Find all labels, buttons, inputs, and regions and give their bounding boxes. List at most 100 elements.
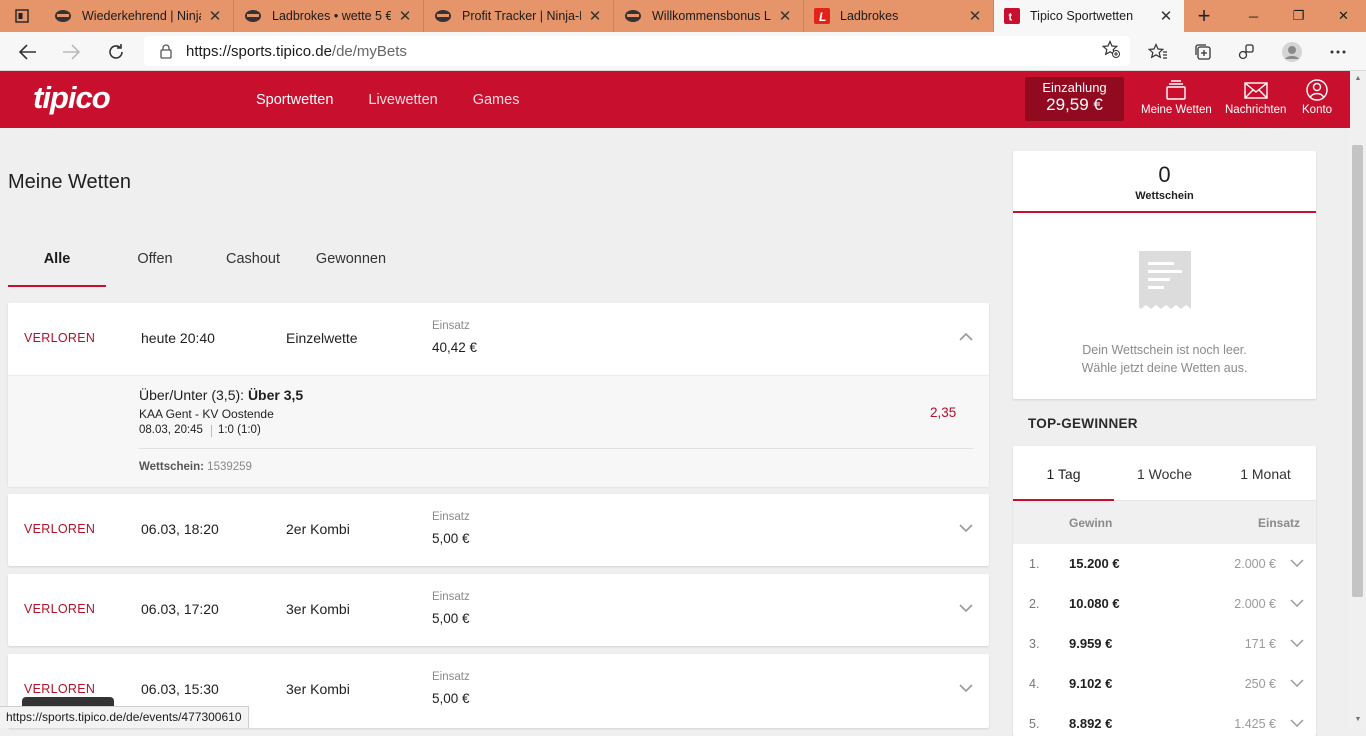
close-icon[interactable]: ✕ xyxy=(397,7,413,25)
stake-value: 5,00 € xyxy=(432,531,470,546)
messages-button[interactable]: Nachrichten xyxy=(1225,79,1286,116)
winner-row[interactable]: 2. 10.080 € 2.000 € xyxy=(1013,584,1316,624)
scroll-down-icon[interactable]: ▼ xyxy=(1352,716,1364,723)
new-tab-button[interactable]: + xyxy=(1184,0,1224,32)
rank-number: 5. xyxy=(1029,717,1040,731)
chevron-down-icon[interactable] xyxy=(1290,556,1304,570)
win-amount: 15.200 € xyxy=(1069,556,1120,571)
filter-tab-open[interactable]: Offen xyxy=(106,240,204,287)
browser-toolbar: https://sports.tipico.de/de/myBets xyxy=(0,32,1366,71)
chevron-down-icon[interactable] xyxy=(958,600,974,616)
browser-tab[interactable]: Ladbrokes • wette 5 € e ✕ xyxy=(234,0,424,32)
bet-status: VERLOREN xyxy=(24,682,96,696)
bet-summary-row[interactable]: VERLOREN 06.03, 18:20 2er Kombi Einsatz … xyxy=(8,494,989,566)
close-icon[interactable]: ✕ xyxy=(207,7,223,25)
ninja-icon xyxy=(435,10,451,22)
restore-icon[interactable]: ❐ xyxy=(1276,0,1321,32)
period-tab-week[interactable]: 1 Woche xyxy=(1114,446,1215,500)
account-label: Konto xyxy=(1302,104,1333,116)
bet-card[interactable]: VERLOREN 06.03, 18:20 2er Kombi Einsatz … xyxy=(8,494,989,566)
close-window-icon[interactable]: ✕ xyxy=(1321,0,1366,32)
bet-type: 2er Kombi xyxy=(286,521,350,537)
extensions-icon[interactable] xyxy=(1231,38,1261,66)
stake-amount: 2.000 € xyxy=(1234,557,1276,571)
winner-row[interactable]: 3. 9.959 € 171 € xyxy=(1013,624,1316,664)
forward-arrow-icon[interactable] xyxy=(57,38,85,66)
more-menu-icon[interactable] xyxy=(1323,38,1353,66)
scroll-up-icon[interactable]: ▲ xyxy=(1352,75,1364,82)
tab-title: Tipico Sportwetten xyxy=(1030,9,1134,23)
betslip-divider xyxy=(1013,211,1316,213)
bet-status: VERLOREN xyxy=(24,602,96,616)
betslip-panel: 0 Wettschein Dein Wettschein ist noch le… xyxy=(1013,151,1316,399)
browser-tab[interactable]: Wiederkehrend | Ninja- ✕ xyxy=(44,0,234,32)
stake-label: Einsatz xyxy=(432,320,470,332)
period-tab-day[interactable]: 1 Tag xyxy=(1013,446,1114,501)
bet-summary-row[interactable]: VERLOREN heute 20:40 Einzelwette Einsatz… xyxy=(8,303,989,375)
browser-tab[interactable]: L Ladbrokes ✕ xyxy=(804,0,994,32)
bet-summary-row[interactable]: VERLOREN 06.03, 17:20 3er Kombi Einsatz … xyxy=(8,574,989,646)
window-controls: ─ ❐ ✕ xyxy=(1231,0,1366,32)
period-tab-month[interactable]: 1 Monat xyxy=(1215,446,1316,500)
bet-odds: 2,35 xyxy=(930,405,957,420)
nav-livewetten[interactable]: Livewetten xyxy=(368,92,437,108)
scrollbar-thumb[interactable] xyxy=(1352,145,1363,597)
win-amount: 10.080 € xyxy=(1069,596,1120,611)
betslip-id: Wettschein: 1539259 xyxy=(139,461,252,473)
win-amount: 9.959 € xyxy=(1069,636,1113,651)
page-title: Meine Wetten xyxy=(8,171,132,193)
col-win: Gewinn xyxy=(1069,516,1113,530)
stake-label: Einsatz xyxy=(432,591,470,603)
close-icon[interactable]: ✕ xyxy=(967,7,983,25)
svg-text:L: L xyxy=(819,10,826,24)
address-bar[interactable]: https://sports.tipico.de/de/myBets xyxy=(144,36,1130,66)
receipt-icon xyxy=(1139,251,1191,309)
browser-tab[interactable]: Willkommensbonus Lac ✕ xyxy=(614,0,804,32)
bet-market: Über/Unter (3,5): Über 3,5 xyxy=(139,387,304,403)
svg-text:t: t xyxy=(1009,12,1013,24)
bet-match[interactable]: KAA Gent - KV Oostende xyxy=(139,407,274,421)
chevron-down-icon[interactable] xyxy=(1290,596,1304,610)
stake-value: 40,42 € xyxy=(432,340,478,355)
nav-sportwetten[interactable]: Sportwetten xyxy=(256,92,333,108)
filter-tab-won[interactable]: Gewonnen xyxy=(302,240,400,287)
profile-avatar-icon[interactable] xyxy=(1277,38,1307,66)
chevron-down-icon[interactable] xyxy=(958,680,974,696)
chevron-down-icon[interactable] xyxy=(1290,636,1304,650)
chevron-down-icon[interactable] xyxy=(1290,676,1304,690)
close-icon[interactable]: ✕ xyxy=(587,7,603,25)
chevron-up-icon[interactable] xyxy=(958,329,974,345)
minimize-icon[interactable]: ─ xyxy=(1231,0,1276,32)
window-menu-icon[interactable] xyxy=(0,0,44,32)
back-arrow-icon[interactable] xyxy=(14,38,42,66)
rank-number: 4. xyxy=(1029,677,1040,691)
close-icon[interactable]: ✕ xyxy=(1158,7,1174,25)
browser-tab[interactable]: Profit Tracker | Ninja-Be ✕ xyxy=(424,0,614,32)
url-text: https://sports.tipico.de/de/myBets xyxy=(186,42,407,60)
add-favorite-icon[interactable] xyxy=(1101,39,1120,63)
my-bets-button[interactable]: Meine Wetten xyxy=(1141,79,1212,116)
browser-tab-active[interactable]: t Tipico Sportwetten ✕ xyxy=(994,0,1184,32)
winner-row[interactable]: 5. 8.892 € 1.425 € xyxy=(1013,704,1316,736)
chevron-down-icon[interactable] xyxy=(958,520,974,536)
favorites-icon[interactable] xyxy=(1143,38,1173,66)
tipico-logo[interactable]: tipico xyxy=(33,80,111,116)
top-winners-header: Gewinn Einsatz xyxy=(1013,501,1316,544)
stake-amount: 1.425 € xyxy=(1234,717,1276,731)
bet-date: heute 20:40 xyxy=(141,330,215,346)
close-icon[interactable]: ✕ xyxy=(777,7,793,25)
collections-icon[interactable] xyxy=(1188,38,1218,66)
nav-games[interactable]: Games xyxy=(473,92,520,108)
deposit-button[interactable]: Einzahlung 29,59 € xyxy=(1025,77,1124,121)
account-button[interactable]: Konto xyxy=(1302,79,1332,116)
bet-card[interactable]: VERLOREN 06.03, 17:20 3er Kombi Einsatz … xyxy=(8,574,989,646)
browser-tab-bar: Wiederkehrend | Ninja- ✕ Ladbrokes • wet… xyxy=(0,0,1366,32)
filter-tab-cashout[interactable]: Cashout xyxy=(204,240,302,287)
stake-value: 5,00 € xyxy=(432,611,470,626)
bet-date: 06.03, 15:30 xyxy=(141,681,219,697)
winner-row[interactable]: 1. 15.200 € 2.000 € xyxy=(1013,544,1316,584)
refresh-icon[interactable] xyxy=(102,38,130,66)
filter-tab-all[interactable]: Alle xyxy=(8,240,106,287)
winner-row[interactable]: 4. 9.102 € 250 € xyxy=(1013,664,1316,704)
tab-title: Ladbrokes xyxy=(840,9,899,23)
